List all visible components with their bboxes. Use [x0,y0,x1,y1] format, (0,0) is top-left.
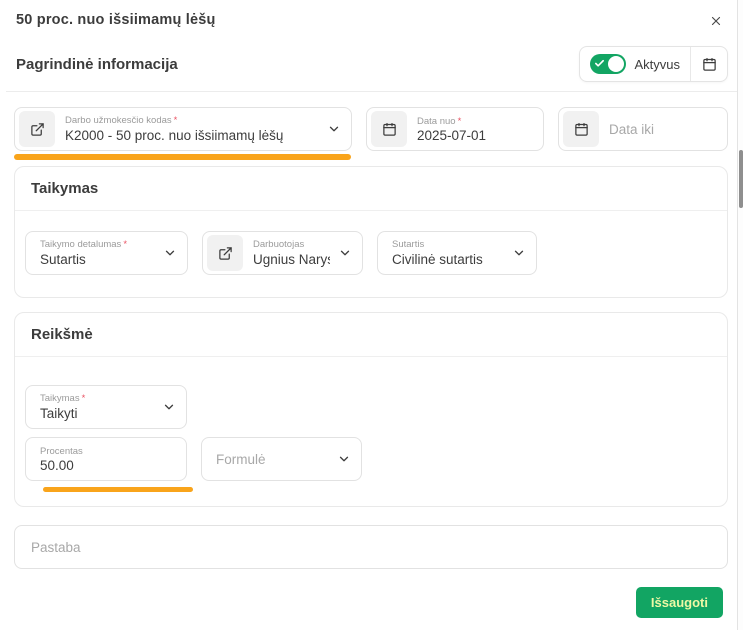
required-asterisk: * [81,392,86,404]
percent-formula-row: Procentas Formulė [25,437,717,481]
divider [6,91,737,92]
date-to-input[interactable] [609,121,717,137]
chevron-down-icon[interactable] [163,246,177,260]
apply-mode-value: Taikyti [40,405,78,421]
calendar-icon [382,122,396,136]
taikymas-title: Taikymas [15,167,727,211]
reiksme-body: Taikymas* Taikyti Procentas Formulė [15,357,727,506]
apply-mode-field[interactable]: Taikymas * Taikyti [25,385,187,429]
note-field[interactable] [14,525,728,569]
dialog-title: 50 proc. nuo išsiimamų lėšų [16,12,216,28]
apply-detail-texts: Taikymo detalumas * Sutartis [40,239,155,268]
chevron-down-icon[interactable] [512,246,526,260]
percent-input[interactable] [40,457,176,473]
date-from-texts: Data nuo * [417,116,533,143]
toggle-knob [608,56,625,72]
taikymas-body: Taikymo detalumas * Sutartis Darbuotojas… [15,211,727,297]
calendar-icon [574,122,588,136]
salary-code-highlight-underline [14,154,351,160]
taikymas-fields-row: Taikymo detalumas * Sutartis Darbuotojas… [25,231,717,275]
scrollbar-track[interactable] [737,0,743,630]
active-toggle[interactable]: Aktyvus [580,54,690,74]
percent-label: Procentas [40,445,83,457]
contract-field[interactable]: Sutartis Civilinė sutartis [377,231,537,275]
chevron-down-icon[interactable] [327,122,341,136]
apply-detail-field[interactable]: Taikymo detalumas * Sutartis [25,231,188,275]
dialog: 50 proc. nuo išsiimamų lėšų Pagrindinė i… [0,0,743,630]
salary-code-field[interactable]: Darbo užmokesčio kodas * K2000 - 50 proc.… [14,107,352,151]
external-link-icon [218,246,232,260]
employee-value: Ugnius Narys [253,251,330,267]
reiksme-title: Reikšmė [15,313,727,357]
salary-code-texts: Darbo užmokesčio kodas * K2000 - 50 proc.… [65,115,319,144]
chevron-down-icon[interactable] [338,246,352,260]
save-button[interactable]: Išsaugoti [635,587,723,618]
apply-mode-texts: Taikymas * Taikyti [40,393,154,422]
chevron-down-icon[interactable] [337,452,351,466]
percent-field[interactable]: Procentas [25,437,187,481]
date-from-calendar-button[interactable] [371,111,407,147]
date-from-input[interactable] [417,127,533,143]
apply-mode-label: Taikymas * [40,392,86,404]
scrollbar-thumb[interactable] [739,150,743,208]
percent-texts: Procentas [40,446,176,473]
main-info-title: Pagrindinė informacija [16,55,178,73]
salary-code-label: Darbo užmokesčio kodas * [65,114,178,126]
dialog-footer: Išsaugoti [0,569,743,618]
contract-texts: Sutartis Civilinė sutartis [392,239,504,268]
required-asterisk: * [173,114,178,126]
date-from-field[interactable]: Data nuo * [366,107,544,151]
check-icon [595,59,605,67]
toggle-switch[interactable] [590,54,627,74]
close-icon[interactable] [707,12,725,30]
date-to-calendar-button[interactable] [563,111,599,147]
required-asterisk: * [123,238,128,250]
salary-code-value: K2000 - 50 proc. nuo išsiimamų lėšų [65,127,284,143]
employee-texts: Darbuotojas Ugnius Narys [253,239,330,268]
apply-detail-value: Sutartis [40,251,86,267]
taikymas-section: Taikymas Taikymo detalumas * Sutartis Da… [14,166,728,298]
date-from-label: Data nuo * [417,115,462,127]
external-link-icon [30,122,44,136]
contract-label: Sutartis [392,238,425,250]
history-calendar-button[interactable] [691,47,727,81]
open-salary-code-button[interactable] [19,111,55,147]
active-toggle-label: Aktyvus [634,56,680,72]
reiksme-section: Reikšmė Taikymas * Taikyti Procentas 50.… [14,312,728,507]
percent-highlight-underline [43,487,193,492]
date-to-field[interactable] [558,107,728,151]
main-fields-row: Darbo užmokesčio kodas * K2000 - 50 proc.… [0,107,743,151]
note-input[interactable] [31,539,711,555]
calendar-icon [702,57,716,71]
main-info-header: Pagrindinė informacija Aktyvus [0,46,743,82]
open-employee-button[interactable] [207,235,243,271]
dialog-header: 50 proc. nuo išsiimamų lėšų [0,0,743,30]
required-asterisk: * [457,115,462,127]
contract-value: Civilinė sutartis [392,251,483,267]
formula-placeholder: Formulė [216,451,266,467]
employee-field[interactable]: Darbuotojas Ugnius Narys [202,231,363,275]
formula-field[interactable]: Formulė [201,437,362,481]
apply-detail-label: Taikymo detalumas * [40,238,128,250]
active-toggle-group: Aktyvus [579,46,728,82]
employee-label: Darbuotojas [253,238,305,250]
chevron-down-icon[interactable] [162,400,176,414]
